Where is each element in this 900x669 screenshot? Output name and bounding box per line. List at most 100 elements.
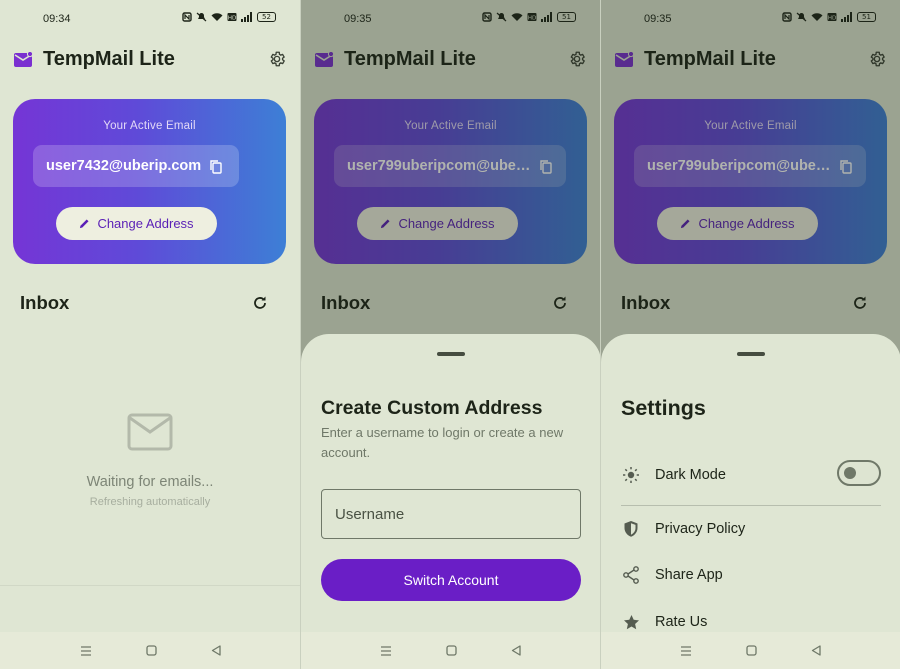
- mail-logo-icon: [315, 52, 334, 67]
- email-address-pill[interactable]: user7432@uberip.com: [33, 145, 239, 187]
- screen-main: 09:34 HD 52 TempMail Lite Your Active Em…: [0, 0, 300, 669]
- sheet-drag-handle[interactable]: [737, 352, 765, 356]
- setting-share-app[interactable]: Share App: [621, 560, 881, 590]
- app-bar: TempMail Lite: [0, 42, 300, 78]
- status-bar: 09:35 HD 51: [301, 0, 600, 36]
- change-address-button[interactable]: Change Address: [657, 207, 818, 240]
- share-app-label: Share App: [655, 567, 723, 583]
- app-bar: TempMail Lite: [301, 42, 600, 78]
- battery-icon: 51: [857, 12, 876, 22]
- bottom-divider: [0, 585, 300, 586]
- sheet-description: Enter a username to login or create a ne…: [321, 425, 564, 460]
- home-icon[interactable]: [145, 645, 157, 656]
- refresh-icon[interactable]: [252, 295, 268, 311]
- change-address-button[interactable]: Change Address: [357, 207, 518, 240]
- mute-icon: [496, 12, 507, 22]
- back-icon[interactable]: [511, 645, 521, 656]
- status-bar: 09:34 HD 52: [0, 0, 300, 36]
- signal-icon: [241, 12, 252, 22]
- pencil-icon: [681, 219, 690, 229]
- status-bar: 09:35 HD 51: [601, 0, 900, 36]
- star-icon: [623, 614, 639, 629]
- settings-sheet: Settings Dark Mode Privacy Policy Share …: [601, 334, 900, 632]
- email-address-pill[interactable]: user799uberipcom@uberip.com: [334, 145, 566, 187]
- email-address: user799uberipcom@uberip.com: [647, 158, 831, 174]
- switch-account-label: Switch Account: [403, 572, 499, 588]
- back-icon[interactable]: [211, 645, 221, 656]
- setting-dark-mode[interactable]: Dark Mode: [621, 460, 881, 490]
- hd-icon: HD: [827, 13, 837, 21]
- nfc-icon: [182, 12, 192, 22]
- svg-text:HD: HD: [228, 15, 236, 21]
- svg-text:HD: HD: [528, 15, 536, 21]
- rate-us-label: Rate Us: [655, 614, 708, 630]
- screen-custom-address: 09:35 HD 51 TempMail Lite Your Active Em…: [300, 0, 600, 669]
- gear-icon[interactable]: [268, 50, 286, 68]
- dark-mode-label: Dark Mode: [655, 467, 726, 483]
- share-icon: [623, 566, 639, 584]
- status-time: 09:34: [43, 13, 71, 25]
- inbox-title: Inbox: [321, 292, 371, 313]
- app-bar: TempMail Lite: [601, 42, 900, 78]
- nfc-icon: [482, 12, 492, 22]
- wifi-icon: [511, 13, 523, 21]
- copy-icon[interactable]: [839, 159, 853, 174]
- sheet-drag-handle[interactable]: [437, 352, 465, 356]
- battery-icon: 51: [557, 12, 576, 22]
- change-address-button[interactable]: Change Address: [56, 207, 217, 240]
- status-icons: HD 52: [182, 12, 276, 22]
- email-address-pill[interactable]: user799uberipcom@uberip.com: [634, 145, 866, 187]
- shield-icon: [624, 521, 638, 537]
- refresh-icon[interactable]: [852, 295, 868, 311]
- empty-state-subtitle: Refreshing automatically: [89, 496, 211, 508]
- switch-account-button[interactable]: Switch Account: [321, 559, 581, 601]
- menu-icon[interactable]: [380, 645, 392, 656]
- mute-icon: [196, 12, 207, 22]
- back-icon[interactable]: [811, 645, 821, 656]
- hd-icon: HD: [227, 13, 237, 21]
- signal-icon: [541, 12, 552, 22]
- copy-icon[interactable]: [539, 159, 553, 174]
- mail-logo-icon: [615, 52, 634, 67]
- menu-icon[interactable]: [80, 645, 92, 656]
- home-icon[interactable]: [746, 645, 757, 656]
- status-icons: HD 51: [782, 12, 876, 22]
- settings-title: Settings: [621, 396, 706, 420]
- change-address-label: Change Address: [97, 216, 194, 231]
- mail-logo-icon: [14, 52, 33, 67]
- email-address: user799uberipcom@uberip.com: [347, 158, 531, 174]
- copy-icon[interactable]: [209, 159, 223, 174]
- username-input[interactable]: [322, 490, 580, 538]
- system-nav-bar: [601, 632, 900, 669]
- system-nav-bar: [0, 632, 300, 669]
- gear-icon[interactable]: [568, 50, 586, 68]
- svg-text:HD: HD: [828, 15, 836, 21]
- dark-mode-toggle[interactable]: [837, 460, 881, 486]
- active-email-label: Your Active Email: [404, 120, 497, 132]
- username-field[interactable]: [321, 489, 581, 539]
- refresh-icon[interactable]: [552, 295, 568, 311]
- pencil-icon: [80, 219, 89, 229]
- change-address-label: Change Address: [398, 216, 495, 231]
- pencil-icon: [381, 219, 390, 229]
- home-icon[interactable]: [446, 645, 457, 656]
- status-time: 09:35: [344, 13, 372, 25]
- signal-icon: [841, 12, 852, 22]
- empty-state-title: Waiting for emails...: [86, 474, 214, 490]
- app-title: TempMail Lite: [644, 48, 776, 70]
- menu-icon[interactable]: [680, 645, 692, 656]
- wifi-icon: [811, 13, 823, 21]
- mute-icon: [796, 12, 807, 22]
- screen-settings: 09:35 HD 51 TempMail Lite Your Active Em…: [600, 0, 900, 669]
- setting-privacy-policy[interactable]: Privacy Policy: [621, 514, 881, 544]
- email-address: user7432@uberip.com: [46, 158, 202, 174]
- battery-icon: 52: [257, 12, 276, 22]
- privacy-policy-label: Privacy Policy: [655, 521, 746, 537]
- active-email-label: Your Active Email: [704, 120, 797, 132]
- empty-mail-icon: [127, 413, 173, 451]
- status-time: 09:35: [644, 13, 672, 25]
- gear-icon[interactable]: [868, 50, 886, 68]
- nfc-icon: [782, 12, 792, 22]
- settings-divider: [621, 505, 881, 506]
- app-title: TempMail Lite: [43, 48, 175, 70]
